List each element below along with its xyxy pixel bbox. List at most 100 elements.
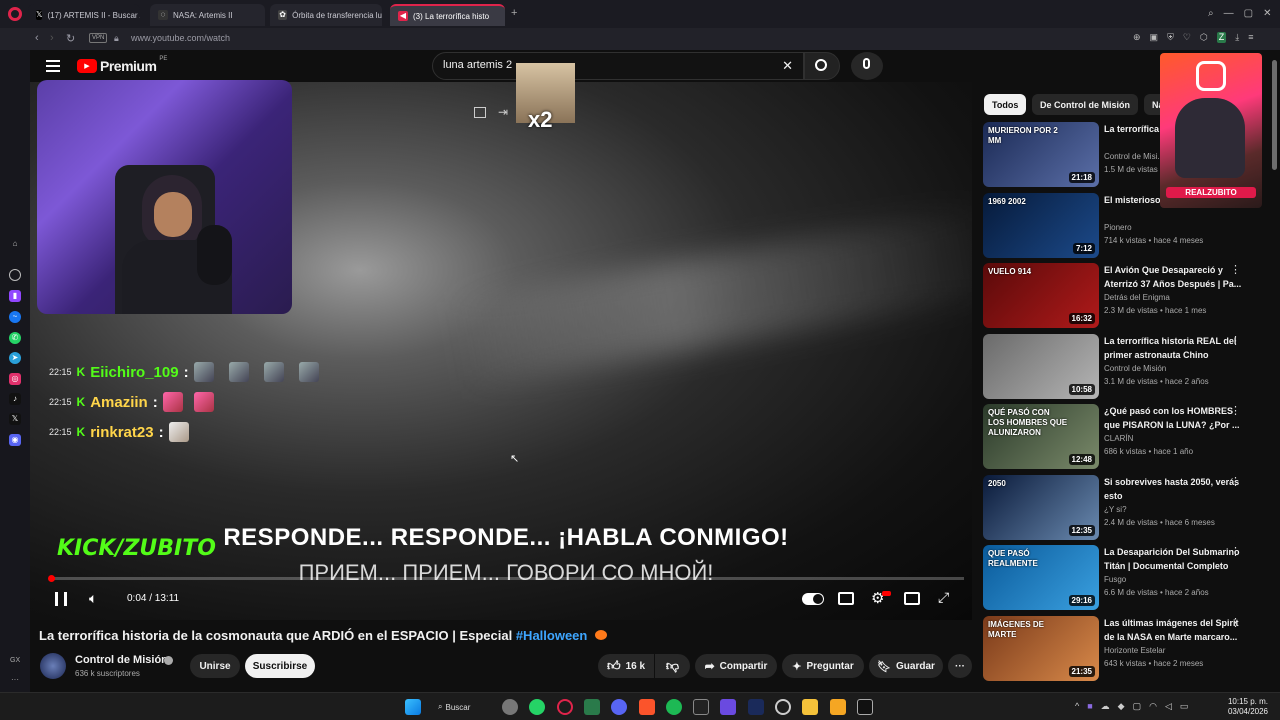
channel-name[interactable]: Control de Misión xyxy=(75,654,168,666)
recommendation-title[interactable]: Las últimas imágenes del Spirit de la NA… xyxy=(1104,616,1244,644)
miniplayer-icon[interactable] xyxy=(904,592,920,605)
whatsapp-icon[interactable] xyxy=(529,699,545,715)
chevron-up-icon[interactable]: ^ xyxy=(1075,701,1079,712)
profile-icon[interactable]: Z xyxy=(1216,32,1227,43)
recommendation-item[interactable]: QUE PASÓ REALMENTE 29:16 La Desaparición D… xyxy=(983,545,1245,611)
home-icon[interactable]: ⌂ xyxy=(9,238,21,250)
back-icon[interactable]: ‹ xyxy=(35,32,39,44)
aria-icon[interactable] xyxy=(9,269,21,281)
more-actions-button[interactable]: ··· xyxy=(948,654,972,678)
app-grid-icon[interactable] xyxy=(720,699,736,715)
spotify-icon[interactable] xyxy=(666,699,682,715)
forward-icon[interactable]: › xyxy=(50,32,54,44)
volume-icon[interactable]: 🔈︎ xyxy=(89,590,97,607)
recommendation-title[interactable]: ¿Qué pasó con los HOMBRES que PISARON la… xyxy=(1104,404,1244,432)
search-input[interactable]: luna artemis 2 xyxy=(443,59,512,71)
fullscreen-icon[interactable]: ⤢ xyxy=(938,589,949,606)
new-tab-button[interactable]: + xyxy=(511,7,517,19)
recommendation-item[interactable]: 2050 12:35 Si sobrevives hasta 2050, verás… xyxy=(983,474,1245,541)
tray-app-icon[interactable]: ▢ xyxy=(1133,701,1142,712)
recommendation-title[interactable]: Si sobrevives hasta 2050, verás esto xyxy=(1104,475,1244,503)
chip-all[interactable]: Todos xyxy=(984,94,1027,115)
close-window-icon[interactable]: ✕ xyxy=(1263,8,1271,20)
opera-logo-icon[interactable] xyxy=(8,7,22,21)
youtube-logo[interactable]: ▶ Premium PE xyxy=(77,56,167,74)
tray-app-icon[interactable]: ■ xyxy=(1087,701,1092,712)
more-vertical-icon[interactable]: ⋮ xyxy=(1230,475,1241,488)
sticky-app-icon[interactable] xyxy=(830,699,846,715)
recommendation-title[interactable]: La Desaparición Del Submarino Titán | Do… xyxy=(1104,545,1244,573)
extensions-icon[interactable]: ⬡ xyxy=(1200,32,1208,43)
calendar-icon[interactable] xyxy=(584,699,600,715)
pause-icon[interactable] xyxy=(55,592,67,606)
download-icon[interactable]: ⤓ xyxy=(1235,32,1239,43)
tray-app-icon[interactable]: ☁ xyxy=(1101,701,1110,712)
search-button[interactable] xyxy=(804,52,840,80)
search-box[interactable]: luna artemis 2 ✕ xyxy=(432,52,804,80)
battery-icon[interactable]: ▭ xyxy=(1180,701,1189,712)
title-hashtag[interactable]: #Halloween xyxy=(516,628,588,643)
whatsapp-icon[interactable]: ✆ xyxy=(9,332,21,344)
tab-nasa[interactable]: ◌ NASA: Artemis II xyxy=(150,4,265,26)
clear-search-icon[interactable]: ✕ xyxy=(782,58,793,74)
heart-icon[interactable]: ♡ xyxy=(1183,32,1191,43)
recommendation-title[interactable]: La terrorífica historia REAL del primer … xyxy=(1104,334,1244,362)
recommendation-item[interactable]: VUELO 914 16:32 El Avión Que Desapareció y… xyxy=(983,263,1245,329)
recommendation-thumbnail[interactable]: IMÁGENES DE MARTE 21:35 xyxy=(983,615,1099,681)
instagram-icon[interactable]: ◎ xyxy=(9,373,21,385)
more-vertical-icon[interactable]: ⋮ xyxy=(1230,263,1241,276)
more-vertical-icon[interactable]: ⋮ xyxy=(1230,616,1241,629)
recommendation-thumbnail[interactable]: MURIERON POR 2 MM 21:18 xyxy=(983,122,1099,187)
tab-artemis-search[interactable]: 𝕏 (17) ARTEMIS II - Buscar / xyxy=(28,4,140,26)
more-vertical-icon[interactable]: ⋮ xyxy=(1230,334,1241,347)
subscribe-button[interactable]: Suscribirse xyxy=(245,654,315,678)
ask-button[interactable]: ✦ Preguntar xyxy=(782,654,864,678)
capcut-icon[interactable] xyxy=(693,699,709,715)
save-button[interactable]: 🔖︎ Guardar xyxy=(869,654,943,678)
terminal-icon[interactable] xyxy=(857,699,873,715)
brave-icon[interactable] xyxy=(639,699,655,715)
tray-app-icon[interactable]: ◆ xyxy=(1118,701,1125,712)
windows-start-icon[interactable] xyxy=(405,699,421,715)
progress-scrubber[interactable] xyxy=(48,575,55,582)
taskbar-search[interactable]: ⌕ Buscar xyxy=(438,699,490,715)
recommendation-thumbnail[interactable]: QUE PASÓ REALMENTE 29:16 xyxy=(983,545,1099,610)
twitch-icon[interactable]: ▮ xyxy=(9,290,21,302)
discord-icon[interactable]: ◉ xyxy=(9,434,21,446)
subtitles-icon[interactable] xyxy=(838,592,854,605)
overlay-copy-icon[interactable] xyxy=(474,107,486,118)
progress-bar[interactable] xyxy=(50,577,964,580)
recommendation-thumbnail[interactable]: 10:58 xyxy=(983,333,1099,399)
recommendation-channel[interactable]: Fusgo xyxy=(1104,575,1126,584)
more-vertical-icon[interactable]: ⋮ xyxy=(1230,404,1241,417)
menu-icon[interactable]: ≡ xyxy=(1248,32,1253,43)
recommendation-thumbnail[interactable]: QUÉ PASÓ CON LOS HOMBRES QUE ALUNIZARON 1… xyxy=(983,404,1099,469)
reload-icon[interactable]: ↻ xyxy=(66,32,75,45)
taskview-icon[interactable] xyxy=(502,699,518,715)
taskbar-clock[interactable]: 10:15 p. m. 03/04/2026 xyxy=(1228,697,1268,717)
maximize-icon[interactable]: ▢ xyxy=(1244,8,1253,20)
autoplay-toggle[interactable] xyxy=(802,593,824,605)
channel-avatar[interactable] xyxy=(40,653,66,679)
vpn-badge[interactable]: VPN xyxy=(89,33,108,43)
share-button[interactable]: ➦ Compartir xyxy=(695,654,777,678)
gx-label[interactable]: GX xyxy=(10,657,20,664)
volume-tray-icon[interactable]: ◁ xyxy=(1165,701,1172,712)
minimize-icon[interactable]: — xyxy=(1224,8,1234,20)
zoom-icon[interactable]: ⊕ xyxy=(1133,32,1141,43)
wifi-icon[interactable]: ◠ xyxy=(1149,701,1157,712)
search-tabs-icon[interactable]: ⌕ xyxy=(1208,8,1214,20)
overlay-exit-icon[interactable]: ⇥ xyxy=(498,105,508,119)
recommendation-channel[interactable]: ¿Y si? xyxy=(1104,505,1127,514)
snapshot-icon[interactable]: ▣ xyxy=(1150,32,1159,43)
more-vertical-icon[interactable]: ⋮ xyxy=(1230,545,1241,558)
messenger-icon[interactable]: ~ xyxy=(9,311,21,323)
tiktok-icon[interactable]: ♪ xyxy=(9,393,21,405)
recommendation-channel[interactable]: Control de Misi... xyxy=(1104,152,1164,161)
voice-search-button[interactable] xyxy=(851,52,883,80)
recommendation-item[interactable]: 10:58 La terrorífica historia REAL del pr… xyxy=(983,333,1245,400)
like-button[interactable]: 👍︎ 16 k xyxy=(598,654,654,678)
tab-chatgpt[interactable]: ✿ Órbita de transferencia lu xyxy=(270,4,382,26)
recommendation-channel[interactable]: Pionero xyxy=(1104,223,1132,232)
recommendation-channel[interactable]: Horizonte Estelar xyxy=(1104,646,1165,655)
